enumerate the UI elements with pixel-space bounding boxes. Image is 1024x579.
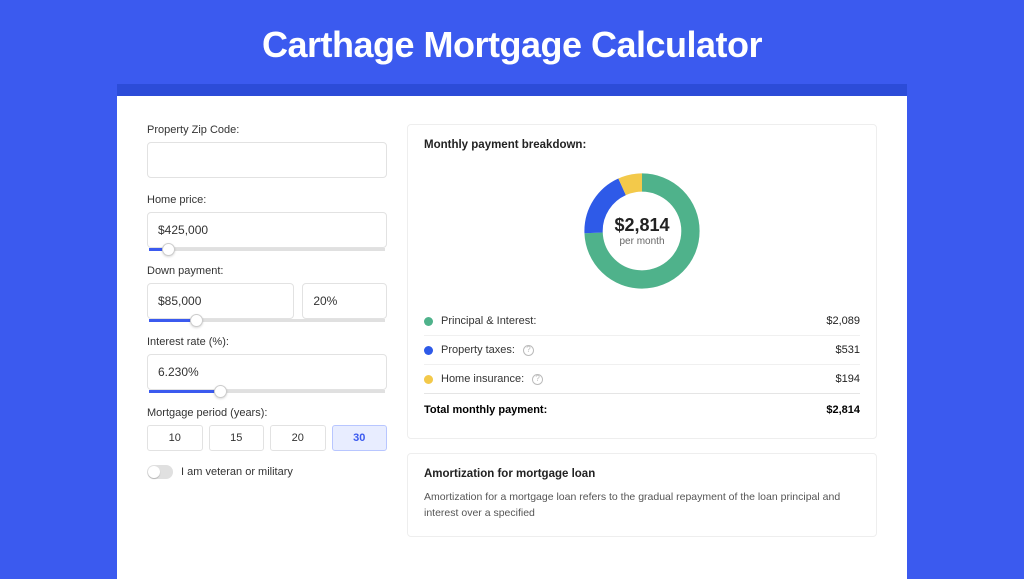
legend-row: Property taxes:? $531 bbox=[424, 335, 860, 364]
down-label: Down payment: bbox=[147, 265, 387, 277]
rate-label: Interest rate (%): bbox=[147, 336, 387, 348]
legend-value: $194 bbox=[836, 373, 860, 385]
zip-input[interactable] bbox=[147, 142, 387, 178]
price-field-group: Home price: bbox=[147, 194, 387, 251]
price-slider-thumb[interactable] bbox=[162, 243, 175, 256]
donut-chart: $2,814 per month bbox=[578, 167, 706, 295]
veteran-toggle-knob bbox=[148, 466, 160, 478]
total-row: Total monthly payment: $2,814 bbox=[424, 393, 860, 424]
rate-input[interactable] bbox=[147, 354, 387, 390]
legend-list: Principal & Interest: $2,089 Property taxe… bbox=[424, 307, 860, 393]
period-btn-30[interactable]: 30 bbox=[332, 425, 388, 451]
total-value: $2,814 bbox=[826, 404, 860, 416]
donut-center: $2,814 per month bbox=[578, 167, 706, 295]
down-slider[interactable] bbox=[149, 319, 385, 322]
donut-center-sub: per month bbox=[619, 236, 664, 247]
calculator-card: Property Zip Code: Home price: Down paym… bbox=[117, 96, 907, 579]
amortization-text: Amortization for a mortgage loan refers … bbox=[424, 490, 860, 522]
input-panel: Property Zip Code: Home price: Down paym… bbox=[147, 124, 387, 551]
price-slider[interactable] bbox=[149, 248, 385, 251]
info-icon[interactable]: ? bbox=[523, 345, 534, 356]
legend-label: Home insurance: bbox=[441, 373, 524, 385]
down-field-group: Down payment: bbox=[147, 265, 387, 322]
veteran-label: I am veteran or military bbox=[181, 466, 293, 478]
zip-label: Property Zip Code: bbox=[147, 124, 387, 136]
period-btn-20[interactable]: 20 bbox=[270, 425, 326, 451]
results-panel: Monthly payment breakdown: $2,814 per mo… bbox=[407, 124, 877, 551]
legend-label: Property taxes: bbox=[441, 344, 515, 356]
legend-row: Home insurance:? $194 bbox=[424, 364, 860, 393]
total-label: Total monthly payment: bbox=[424, 404, 547, 416]
page-header: Carthage Mortgage Calculator bbox=[0, 0, 1024, 84]
rate-slider-thumb[interactable] bbox=[214, 385, 227, 398]
legend-dot bbox=[424, 317, 433, 326]
page-title: Carthage Mortgage Calculator bbox=[0, 24, 1024, 66]
info-icon[interactable]: ? bbox=[532, 374, 543, 385]
period-btn-10[interactable]: 10 bbox=[147, 425, 203, 451]
amortization-title: Amortization for mortgage loan bbox=[424, 468, 860, 480]
breakdown-title: Monthly payment breakdown: bbox=[424, 139, 860, 151]
donut-chart-wrap: $2,814 per month bbox=[424, 161, 860, 307]
rate-slider-fill bbox=[149, 390, 220, 393]
period-btn-15[interactable]: 15 bbox=[209, 425, 265, 451]
rate-field-group: Interest rate (%): bbox=[147, 336, 387, 393]
legend-dot bbox=[424, 375, 433, 384]
legend-label: Principal & Interest: bbox=[441, 315, 536, 327]
rate-slider[interactable] bbox=[149, 390, 385, 393]
price-input[interactable] bbox=[147, 212, 387, 248]
donut-center-value: $2,814 bbox=[614, 215, 669, 236]
period-field-group: Mortgage period (years): 10152030 bbox=[147, 407, 387, 451]
down-slider-fill bbox=[149, 319, 196, 322]
legend-dot bbox=[424, 346, 433, 355]
legend-row: Principal & Interest: $2,089 bbox=[424, 307, 860, 335]
legend-value: $531 bbox=[836, 344, 860, 356]
header-accent-bar bbox=[117, 84, 907, 96]
down-pct-input[interactable] bbox=[302, 283, 387, 319]
price-label: Home price: bbox=[147, 194, 387, 206]
veteran-toggle-row: I am veteran or military bbox=[147, 465, 387, 479]
down-amount-input[interactable] bbox=[147, 283, 294, 319]
down-slider-thumb[interactable] bbox=[190, 314, 203, 327]
period-options: 10152030 bbox=[147, 425, 387, 451]
breakdown-panel: Monthly payment breakdown: $2,814 per mo… bbox=[407, 124, 877, 439]
zip-field-group: Property Zip Code: bbox=[147, 124, 387, 178]
legend-value: $2,089 bbox=[826, 315, 860, 327]
veteran-toggle[interactable] bbox=[147, 465, 173, 479]
amortization-panel: Amortization for mortgage loan Amortizat… bbox=[407, 453, 877, 537]
period-label: Mortgage period (years): bbox=[147, 407, 387, 419]
